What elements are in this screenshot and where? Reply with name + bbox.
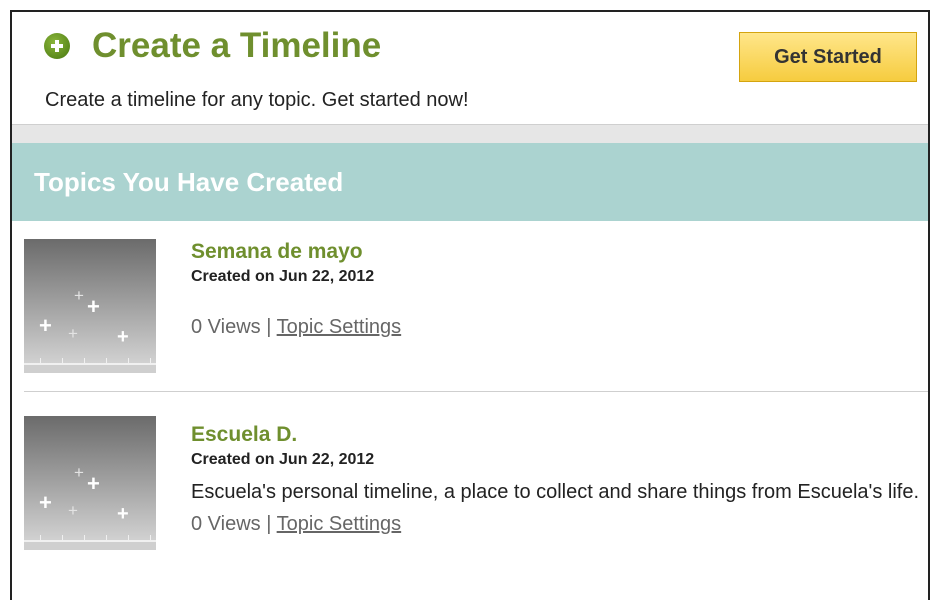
create-timeline-description: Create a timeline for any topic. Get sta… (45, 89, 469, 111)
sparkle-icon: + (74, 463, 84, 482)
ruler-tick (62, 358, 63, 365)
timeline-panel: Create a Timeline Create a timeline for … (10, 10, 930, 600)
topic-views: 0 Views (191, 513, 261, 535)
timeline-thumbnail[interactable]: + + + + + (24, 416, 156, 550)
ruler-tick (128, 535, 129, 542)
meta-separator: | (266, 316, 272, 338)
topic-title[interactable]: Semana de mayo (191, 239, 401, 265)
timeline-thumbnail[interactable]: + + + + + (24, 239, 156, 373)
sparkle-icon: + (39, 313, 52, 338)
meta-separator: | (266, 513, 272, 535)
ruler-tick (150, 535, 151, 542)
plus-circle-icon[interactable] (44, 33, 70, 59)
topic-settings-link[interactable]: Topic Settings (277, 513, 402, 535)
ruler-tick (40, 535, 41, 542)
topic-info: Semana de mayo Created on Jun 22, 2012 0… (191, 239, 401, 339)
get-started-button[interactable]: Get Started (739, 32, 917, 82)
topics-header: Topics You Have Created (12, 143, 928, 221)
sparkle-icon: + (117, 503, 129, 525)
ruler-tick (150, 358, 151, 365)
ruler-tick (62, 535, 63, 542)
ruler-tick (40, 358, 41, 365)
topics-header-title: Topics You Have Created (34, 166, 344, 197)
sparkle-icon: + (39, 490, 52, 515)
sparkle-icon: + (87, 294, 100, 319)
create-title-row: Create a Timeline (44, 26, 381, 66)
ruler-tick (106, 358, 107, 365)
sparkle-icon: + (87, 471, 100, 496)
sparkle-icon: + (68, 324, 78, 343)
topic-meta: 0 Views | Topic Settings (191, 315, 401, 339)
timeline-bar (24, 365, 156, 373)
ruler-tick (106, 535, 107, 542)
topic-meta: 0 Views | Topic Settings (191, 512, 928, 536)
topic-item: + + + + + Escuela D. Created on Jun 22, … (24, 392, 928, 582)
ruler-tick (84, 358, 85, 365)
sparkle-icon: + (74, 286, 84, 305)
topic-created-date: Created on Jun 22, 2012 (191, 451, 375, 468)
ruler-tick (84, 535, 85, 542)
sparkle-icon: + (68, 501, 78, 520)
topic-title[interactable]: Escuela D. (191, 422, 928, 448)
ruler-tick (128, 358, 129, 365)
topic-views: 0 Views (191, 316, 261, 338)
timeline-bar (24, 542, 156, 550)
create-timeline-title: Create a Timeline (92, 26, 382, 65)
topic-created-date: Created on Jun 22, 2012 (191, 268, 375, 285)
create-timeline-section: Create a Timeline Create a timeline for … (12, 12, 928, 124)
sparkle-icon: + (117, 326, 129, 348)
topic-item: + + + + + Semana de mayo Created on Jun … (24, 221, 928, 392)
topic-settings-link[interactable]: Topic Settings (277, 316, 402, 338)
topic-description: Escuela's personal timeline, a place to … (191, 481, 920, 503)
section-divider (12, 124, 928, 143)
topic-info: Escuela D. Created on Jun 22, 2012 Escue… (191, 422, 928, 536)
